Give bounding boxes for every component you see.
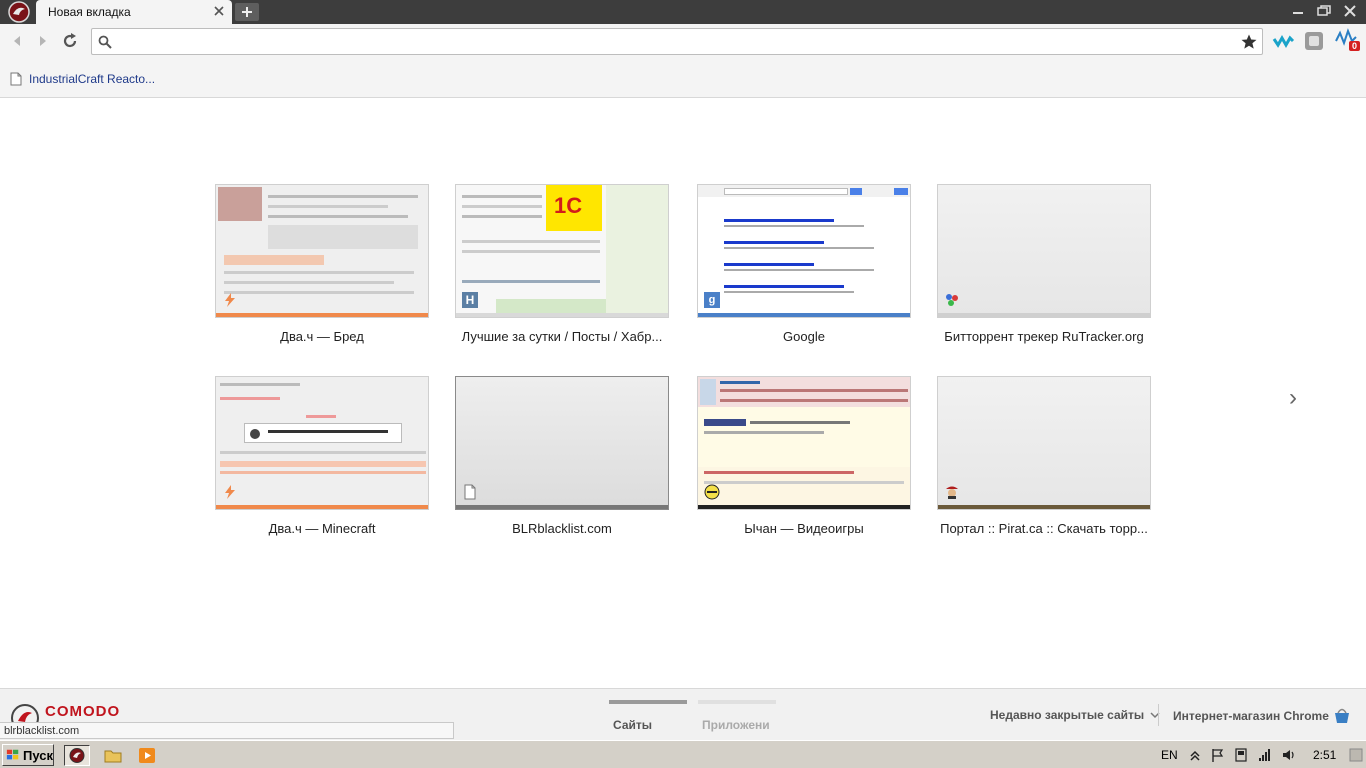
tile-label: Портал :: Pirat.ca :: Скачать торр... [940,521,1148,536]
title-bar: Новая вкладка [0,0,1366,24]
bookmarks-bar: IndustrialCraft Reacto... [0,58,1366,98]
google-g-favicon-icon: g [704,292,720,308]
address-bar[interactable] [91,28,1263,55]
tile-label: Два.ч — Бред [280,329,364,344]
tab-sites-label: Сайты [613,718,652,732]
tile-accent-bar [216,313,428,317]
tile-dvach-minecraft[interactable]: Два.ч — Minecraft [215,376,429,544]
tab-apps[interactable]: Приложени [698,700,776,740]
footer-divider [1158,704,1159,726]
tile-pirat[interactable]: Портал :: Pirat.ca :: Скачать торр... [937,376,1151,544]
start-button[interactable]: Пуск [2,744,54,766]
pirate-favicon-icon [946,486,958,499]
volume-icon[interactable] [1281,747,1297,763]
input-language[interactable]: EN [1161,748,1178,762]
windows-taskbar: Пуск EN 2:51 [0,740,1366,768]
reload-icon[interactable] [60,31,80,51]
folder-icon[interactable] [100,745,126,766]
tile-habr[interactable]: 1С H Лучшие за сутки / Посты / Хабр... [455,184,669,352]
lightning-favicon-icon [225,293,235,307]
tile-label: Ычан — Видеоигры [744,521,864,536]
bookmark-star-icon[interactable] [1240,33,1258,51]
plus-icon [242,7,252,17]
tile-accent-bar [456,313,668,317]
bookmark-industrialcraft[interactable]: IndustrialCraft Reacto... [10,70,155,88]
clock[interactable]: 2:51 [1313,748,1336,762]
bookmark-label: IndustrialCraft Reacto... [29,72,156,86]
tile-thumbnail [697,376,911,510]
tile-accent-bar [938,313,1150,317]
restore-icon[interactable] [1315,3,1333,19]
action-center-flag-icon[interactable] [1210,747,1226,763]
web-store-link[interactable]: Интернет-магазин Chrome [1173,709,1329,723]
habr-h-favicon-icon: H [462,292,478,308]
extension-wave-icon[interactable] [1271,29,1295,53]
rutracker-favicon-icon [946,294,958,306]
comodo-dragon-logo-icon [69,748,85,763]
tile-ychan[interactable]: Ычан — Видеоигры [697,376,911,544]
extension-badge: 0 [1349,41,1361,51]
tile-thumbnail: 1С H [455,184,669,318]
new-tab-button[interactable] [235,3,259,21]
next-page-chevron-icon[interactable]: › [1289,384,1297,412]
tile-label: BLRblacklist.com [512,521,612,536]
tile-accent-bar [938,505,1150,509]
recently-closed-label: Недавно закрытые сайты [990,708,1145,722]
tab-active-indicator [609,700,687,704]
network-signal-icon[interactable] [1257,747,1273,763]
tile-thumbnail [937,376,1151,510]
page-favicon-icon [464,484,476,500]
extension-monitor[interactable]: 0 [1334,27,1362,55]
device-icon[interactable] [1233,747,1249,763]
start-label: Пуск [23,747,53,763]
show-desktop-icon[interactable] [1349,747,1363,763]
tile-label: Лучшие за сутки / Посты / Хабр... [461,329,663,344]
browser-toolbar: 0 [0,24,1366,58]
tab-apps-label: Приложени [702,718,770,732]
tile-label: Google [783,329,825,344]
tile-label: Два.ч — Minecraft [268,521,376,536]
chevron-down-icon [1150,712,1160,719]
web-store-icon[interactable] [1332,705,1352,725]
taskbar-comodo-dragon[interactable] [64,745,90,766]
tile-thumbnail [455,376,669,510]
page-icon [10,72,22,86]
media-player-icon[interactable] [134,745,160,766]
close-tab-icon[interactable] [212,4,226,18]
comodo-brand: COMODO [45,703,121,720]
forward-icon[interactable] [33,31,53,51]
tab-inactive-indicator [698,700,776,704]
tile-rutracker[interactable]: Битторрент трекер RuTracker.org [937,184,1151,352]
windows-logo-icon [6,749,19,760]
tile-accent-bar [216,505,428,509]
tile-thumbnail [215,184,429,318]
ychan-smiley-favicon-icon [704,484,720,500]
back-icon[interactable] [7,31,27,51]
recently-closed-menu[interactable]: Недавно закрытые сайты [990,708,1161,722]
tile-accent-bar [698,505,910,509]
comodo-dragon-logo-icon[interactable] [6,1,32,23]
extension-puzzle-icon[interactable] [1302,29,1326,53]
search-icon [98,35,112,49]
address-input[interactable] [118,32,1228,51]
tab-sites[interactable]: Сайты [609,700,687,740]
close-window-icon[interactable] [1341,3,1359,19]
tab-new-tab[interactable]: Новая вкладка [36,0,232,24]
tile-accent-bar [456,505,668,509]
tile-thumbnail: g [697,184,911,318]
tile-label: Битторрент трекер RuTracker.org [944,329,1144,344]
minimize-icon[interactable] [1289,3,1307,19]
tile-thumbnail [937,184,1151,318]
tile-accent-bar [698,313,910,317]
lightning-favicon-icon [225,485,235,499]
status-url-bubble: blrblacklist.com [0,722,454,739]
show-hidden-icons-icon[interactable] [1187,747,1203,763]
tab-title: Новая вкладка [48,5,131,19]
tile-dvach-bred[interactable]: Два.ч — Бред [215,184,429,352]
tile-thumbnail [215,376,429,510]
tile-google[interactable]: g Google [697,184,911,352]
tile-blrblacklist[interactable]: BLRblacklist.com [455,376,669,544]
